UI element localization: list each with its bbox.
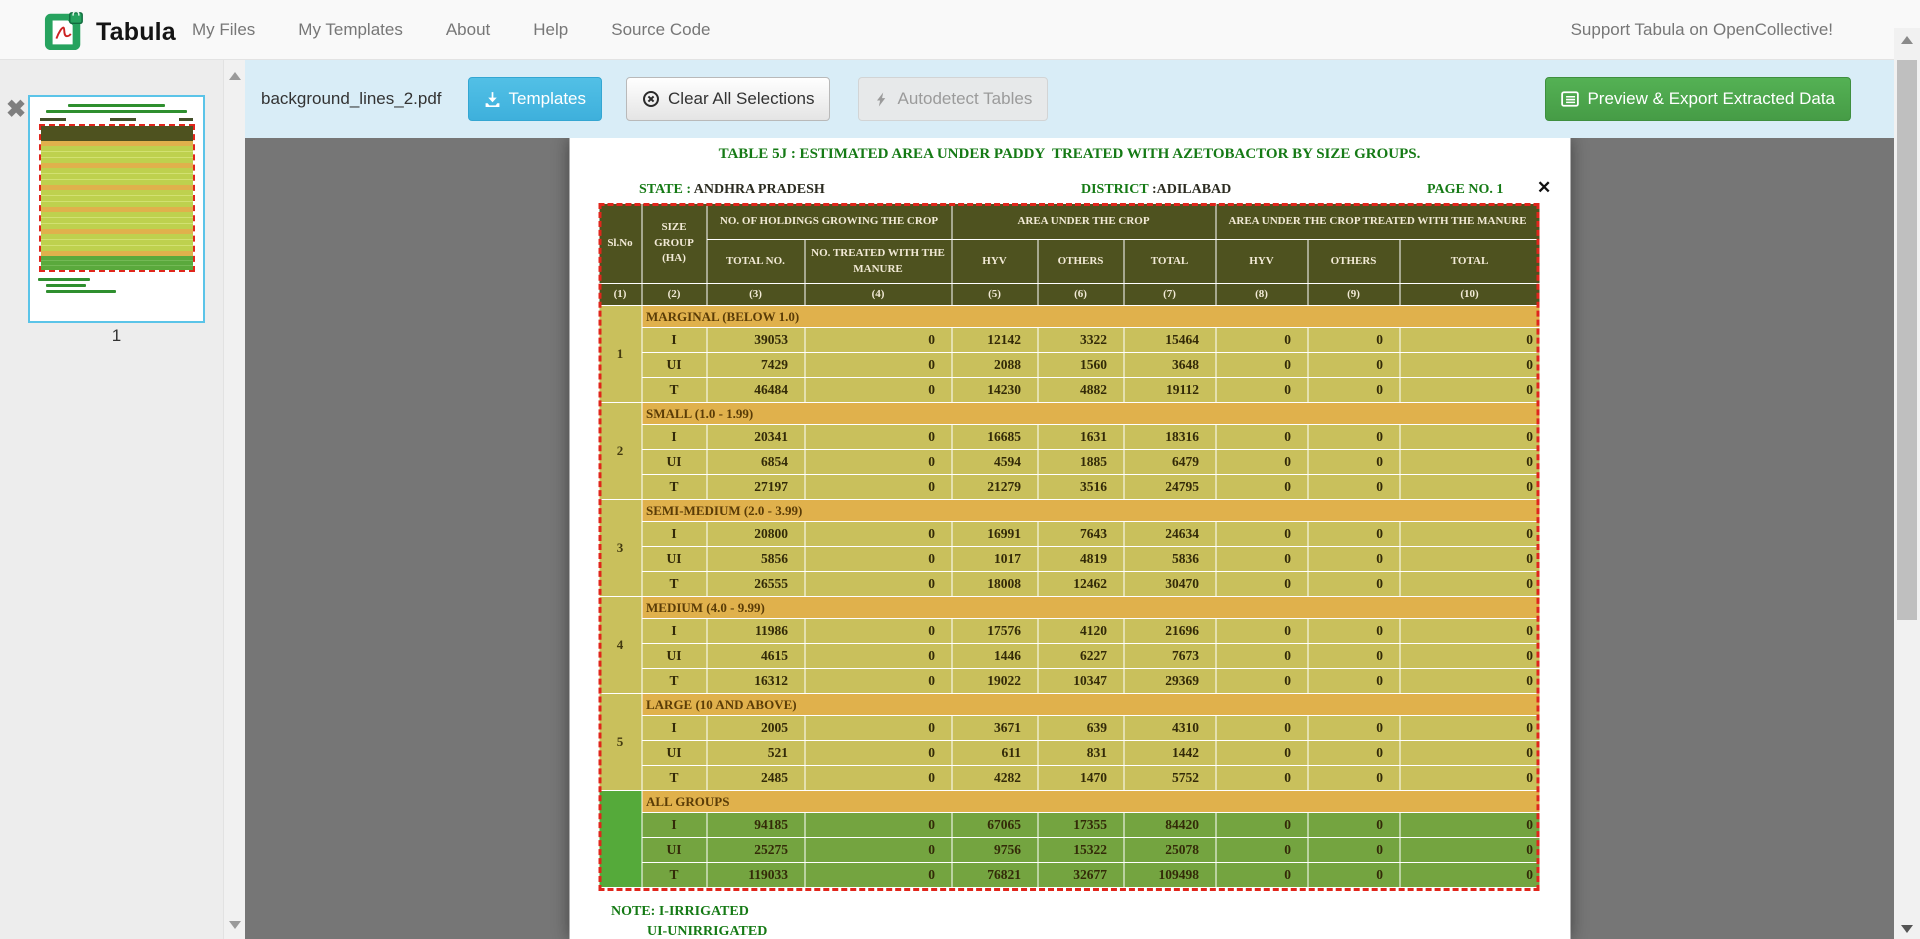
templates-button[interactable]: Templates: [468, 77, 602, 121]
support-link[interactable]: Support Tabula on OpenCollective!: [1571, 0, 1833, 60]
page-thumbnail[interactable]: [28, 95, 205, 323]
nav-link-source-code[interactable]: Source Code: [611, 20, 710, 40]
tabula-logo-icon: [44, 8, 86, 57]
note-line: NOTE: I-IRRIGATED: [611, 904, 749, 920]
table-list-icon: [1561, 90, 1579, 108]
remove-circle-icon: [642, 90, 660, 108]
district-line: DISTRICT :ADILABAD: [1081, 182, 1231, 198]
thumbnail-page-number: 1: [28, 326, 205, 346]
brand-link[interactable]: Tabula: [44, 8, 176, 57]
document-title: TABLE 5J : ESTIMATED AREA UNDER PADDY TR…: [569, 146, 1570, 163]
nav-link-help[interactable]: Help: [533, 20, 568, 40]
scrollbar-thumb[interactable]: [1897, 60, 1917, 620]
thumbnail-selection: [39, 124, 195, 272]
sidebar: ✖ 1: [0, 60, 245, 939]
autodetect-button-label: Autodetect Tables: [897, 89, 1032, 109]
clear-button-label: Clear All Selections: [668, 89, 814, 109]
filename-label: background_lines_2.pdf: [261, 89, 442, 109]
note-line: UI-UNIRRIGATED: [647, 924, 767, 939]
navbar: Tabula My Files My Templates About Help Sour…: [0, 0, 1920, 60]
brand-name: Tabula: [96, 18, 176, 47]
nav-link-about[interactable]: About: [446, 20, 490, 40]
clear-all-selections-button[interactable]: Clear All Selections: [626, 77, 830, 121]
page-scrollbar[interactable]: [1894, 28, 1920, 939]
state-line: STATE : ANDHRA PRADESH: [639, 182, 825, 198]
thumb-title-line: [46, 110, 188, 113]
autodetect-tables-button[interactable]: Autodetect Tables: [858, 77, 1048, 121]
thumb-note-line: [38, 278, 90, 281]
scroll-up-icon[interactable]: [1901, 36, 1913, 44]
nav-link-my-files[interactable]: My Files: [192, 20, 255, 40]
templates-button-label: Templates: [509, 89, 586, 109]
remove-page-icon[interactable]: ✖: [6, 98, 26, 122]
thumb-meta-line: [30, 116, 203, 124]
lightning-icon: [874, 91, 889, 108]
page-no-line: PAGE NO. 1: [1427, 182, 1503, 198]
thumb-title-line: [68, 104, 165, 107]
selection-close-icon[interactable]: ✕: [1537, 178, 1551, 198]
scroll-down-icon[interactable]: [229, 921, 241, 929]
export-button-label: Preview & Export Extracted Data: [1587, 89, 1835, 109]
pdf-viewport: TABLE 5J : ESTIMATED AREA UNDER PADDY TR…: [245, 138, 1894, 939]
nav-links: My Files My Templates About Help Source Code: [192, 0, 710, 60]
thumb-note-line: [46, 284, 86, 287]
pdf-page[interactable]: TABLE 5J : ESTIMATED AREA UNDER PADDY TR…: [569, 138, 1570, 939]
table-selection[interactable]: [598, 203, 1539, 891]
scroll-up-icon[interactable]: [229, 72, 241, 80]
thumb-table-header: [41, 126, 193, 141]
scroll-down-icon[interactable]: [1901, 925, 1913, 933]
save-template-icon: [484, 91, 501, 108]
nav-link-my-templates[interactable]: My Templates: [298, 20, 403, 40]
sidebar-scrollbar[interactable]: [223, 60, 245, 939]
thumb-note-line: [46, 290, 116, 293]
document-meta: STATE : ANDHRA PRADESH DISTRICT :ADILABA…: [569, 182, 1570, 200]
preview-export-button[interactable]: Preview & Export Extracted Data: [1545, 77, 1851, 121]
toolbar: background_lines_2.pdf Templates Clear A…: [245, 60, 1894, 138]
